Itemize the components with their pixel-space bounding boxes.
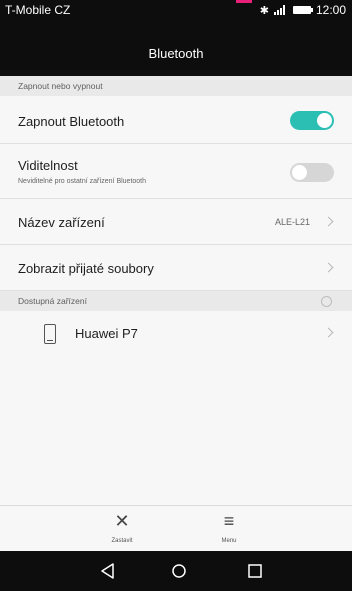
scanning-spinner-icon <box>321 296 332 307</box>
home-icon[interactable] <box>168 561 190 581</box>
device-name-row[interactable]: Název zařízení ALE-L21 <box>0 199 352 245</box>
status-bar: T-Mobile CZ ✱ 12:00 <box>0 0 352 34</box>
device-name-label: Název zařízení <box>18 215 105 230</box>
system-navigation-bar <box>0 551 352 591</box>
visibility-subtitle: Neviditelné pro ostatní zařízení Bluetoo… <box>18 178 147 185</box>
visibility-label: Viditelnost <box>18 158 78 173</box>
notification-indicator <box>236 0 252 3</box>
battery-icon <box>292 6 313 14</box>
clock: 12:00 <box>315 3 346 17</box>
close-icon: ✕ <box>114 511 130 531</box>
back-icon[interactable] <box>97 561 119 581</box>
section-header-toggle: Zapnout nebo vypnout <box>0 76 352 96</box>
recents-icon[interactable] <box>244 561 266 581</box>
stop-label: Zastavit <box>111 538 133 544</box>
bluetooth-label: Zapnout Bluetooth <box>18 114 125 129</box>
phone-icon <box>44 324 56 344</box>
signal-icon <box>273 5 288 15</box>
bottom-toolbar: ✕ Zastavit ≡ Menu <box>0 505 352 551</box>
section-header-label: Dostupná zařízení <box>18 296 87 306</box>
section-header-label: Zapnout nebo vypnout <box>18 81 103 91</box>
received-files-row[interactable]: Zobrazit přijaté soubory <box>0 245 352 291</box>
carrier-name: T-Mobile CZ <box>5 3 71 17</box>
menu-icon: ≡ <box>223 511 235 531</box>
title-bar: Bluetooth <box>0 34 352 76</box>
chevron-right-icon <box>323 262 334 273</box>
menu-label: Menu <box>221 538 237 544</box>
visibility-row[interactable]: Viditelnost Neviditelné pro ostatní zaří… <box>0 144 352 199</box>
received-files-label: Zobrazit přijaté soubory <box>18 261 154 276</box>
chevron-right-icon <box>323 216 334 227</box>
bluetooth-switch[interactable] <box>290 111 334 130</box>
switch-knob <box>292 165 307 180</box>
visibility-switch[interactable] <box>290 163 334 182</box>
bluetooth-status-icon: ✱ <box>259 4 269 17</box>
device-name: Huawei P7 <box>75 326 138 341</box>
switch-knob <box>317 113 332 128</box>
section-header-devices: Dostupná zařízení <box>0 291 352 311</box>
device-list-item[interactable]: Huawei P7 <box>0 311 352 357</box>
page-title: Bluetooth <box>148 46 204 61</box>
empty-content-area <box>0 357 352 505</box>
device-name-value: ALE-L21 <box>274 217 310 227</box>
bluetooth-toggle-row[interactable]: Zapnout Bluetooth <box>0 96 352 144</box>
menu-button[interactable]: ≡ Menu <box>199 506 259 551</box>
chevron-right-icon <box>323 327 334 338</box>
stop-button[interactable]: ✕ Zastavit <box>92 506 152 551</box>
